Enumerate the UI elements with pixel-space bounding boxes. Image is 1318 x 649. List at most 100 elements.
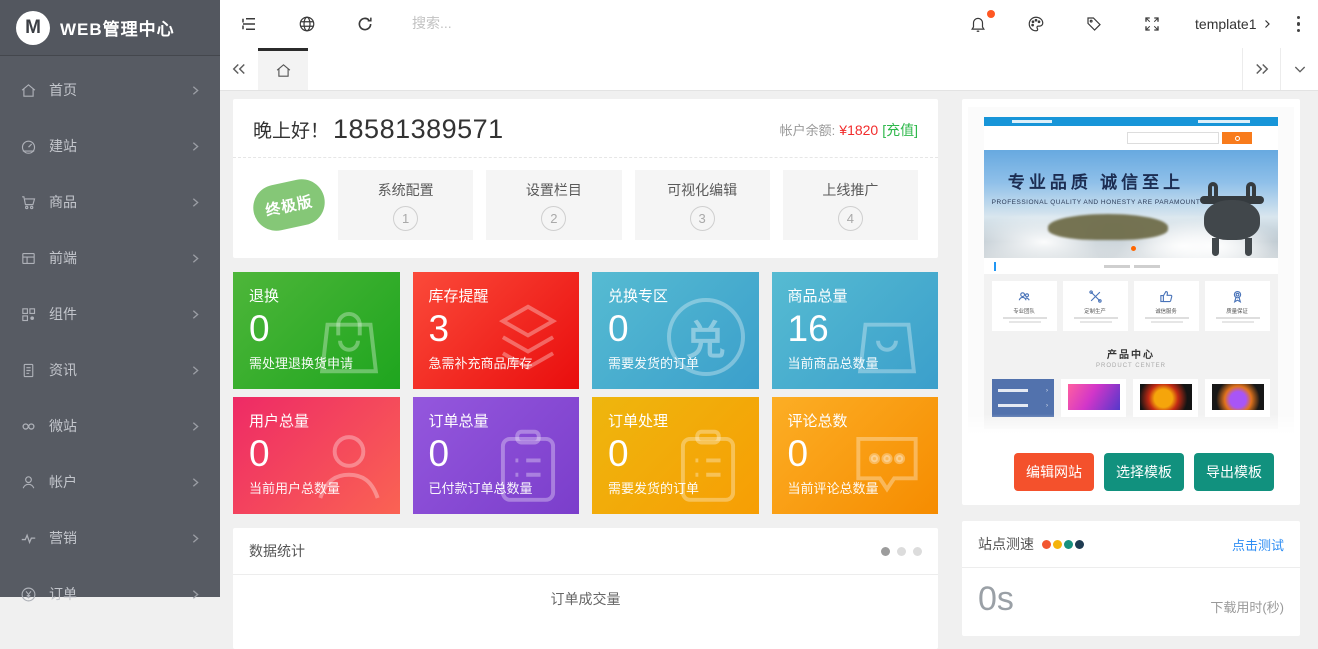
stat-card-order-processing[interactable]: 订单处理 0 需要发货的订单: [592, 397, 759, 514]
speed-test-body: 0s 下载用时(秒): [962, 568, 1300, 636]
chevron-right-icon: [189, 308, 202, 321]
speed-dot: [1075, 540, 1084, 549]
person-icon: [306, 421, 392, 507]
chevron-right-icon: [189, 476, 202, 489]
notifications-button[interactable]: [949, 0, 1007, 48]
sidebar-item-orders[interactable]: 订单: [0, 566, 220, 622]
stat-card-stock-alert[interactable]: 库存提醒 3 急需补充商品库存: [413, 272, 580, 389]
home-icon: [20, 82, 37, 99]
chevron-right-icon: [1261, 18, 1273, 30]
step-set-columns[interactable]: 设置栏目 2: [486, 170, 621, 240]
team-icon: [1017, 289, 1032, 304]
account-balance: 帐户余额: ¥1820 [充值]: [780, 120, 918, 140]
template-switcher[interactable]: template1: [1181, 16, 1286, 32]
sidebar-item-label: 首页: [49, 80, 189, 100]
carousel-dot[interactable]: [881, 547, 890, 556]
fullscreen-icon: [1143, 15, 1161, 33]
sidebar-item-site-builder[interactable]: 建站: [0, 118, 220, 174]
palette-icon: [1027, 15, 1045, 33]
yen-circle-icon: [20, 586, 37, 603]
product-center-heading: 产品中心 PRODUCT CENTER: [984, 338, 1278, 375]
language-button[interactable]: [278, 0, 336, 48]
stat-card-total-orders[interactable]: 订单总量 0 已付款订单总数量: [413, 397, 580, 514]
product-thumb: [1061, 379, 1126, 417]
tags-button[interactable]: [1065, 0, 1123, 48]
app-logo-row: M WEB管理中心: [0, 0, 220, 56]
speed-test-card: 站点测速 点击测试 0s 下载用时(秒): [962, 521, 1300, 636]
feature-card: 诚信服务: [1134, 281, 1199, 331]
template-name: template1: [1195, 16, 1256, 32]
mini-site-search-row: [984, 126, 1278, 150]
theme-button[interactable]: [1007, 0, 1065, 48]
sidebar-menu: 首页 建站 商品 前端 组件 资讯: [0, 56, 220, 622]
hero-text: 专业品质 诚信至上 PROFESSIONAL QUALITY AND HONES…: [984, 168, 1208, 206]
feature-label: 定制生产: [1085, 306, 1107, 314]
chevron-right-icon: [189, 588, 202, 601]
chevron-right-icon: [189, 140, 202, 153]
speed-dot: [1053, 540, 1062, 549]
edit-site-button[interactable]: 编辑网站: [1014, 453, 1094, 491]
stat-card-total-users[interactable]: 用户总量 0 当前用户总数量: [233, 397, 400, 514]
sidebar: M WEB管理中心 首页 建站 商品 前端 组件: [0, 0, 220, 597]
magnifier-icon: [1235, 136, 1240, 141]
export-template-button[interactable]: 导出模板: [1194, 453, 1274, 491]
speed-value: 0s: [978, 582, 1014, 616]
sidebar-item-marketing[interactable]: 营销: [0, 510, 220, 566]
thumbs-up-icon: [1159, 289, 1174, 304]
choose-template-button[interactable]: 选择模板: [1104, 453, 1184, 491]
hero-subtitle: PROFESSIONAL QUALITY AND HONESTY ARE PAR…: [984, 199, 1208, 206]
stat-card-total-comments[interactable]: 评论总数 0 当前评论总数量: [772, 397, 939, 514]
feature-card: 质量保证: [1205, 281, 1270, 331]
product-category-menu: › ›: [992, 379, 1054, 417]
stat-card-exchange-zone[interactable]: 兑换专区 0 需要发货的订单 兑: [592, 272, 759, 389]
feature-card: 定制生产: [1063, 281, 1128, 331]
step-number: 4: [838, 206, 863, 231]
tab-home[interactable]: [258, 48, 308, 90]
mountain-graphic: [1048, 214, 1168, 240]
infinity-icon: [20, 418, 37, 435]
tabs-scroll-left-button[interactable]: [220, 48, 258, 90]
sidebar-item-components[interactable]: 组件: [0, 286, 220, 342]
app-logo: M: [16, 11, 50, 45]
site-preview[interactable]: 专业品质 诚信至上 PROFESSIONAL QUALITY AND HONES…: [968, 107, 1294, 440]
chevron-right-icon: [189, 252, 202, 265]
step-system-config[interactable]: 系统配置 1: [338, 170, 473, 240]
search-input[interactable]: [412, 15, 672, 31]
carousel-dot[interactable]: [913, 547, 922, 556]
carousel-dots: [881, 547, 922, 556]
run-speed-test-link[interactable]: 点击测试: [1232, 535, 1284, 554]
sidebar-item-account[interactable]: 帐户: [0, 454, 220, 510]
setup-steps-row: 终极版 系统配置 1 设置栏目 2 可视化编辑 3 上线推广 4: [233, 158, 938, 258]
custom-icon: [1088, 289, 1103, 304]
fullscreen-button[interactable]: [1123, 0, 1181, 48]
tabs-scroll-right-button[interactable]: [1242, 48, 1280, 90]
sidebar-item-microsite[interactable]: 微站: [0, 398, 220, 454]
globe-icon: [298, 15, 316, 33]
fold-menu-icon: [240, 15, 258, 33]
step-visual-edit[interactable]: 可视化编辑 3: [635, 170, 770, 240]
step-label: 设置栏目: [526, 180, 582, 200]
step-go-live[interactable]: 上线推广 4: [783, 170, 918, 240]
carousel-dot[interactable]: [897, 547, 906, 556]
collapse-sidebar-button[interactable]: [220, 0, 278, 48]
refresh-icon: [356, 15, 374, 33]
tab-bar-right: [1242, 48, 1318, 90]
recharge-link[interactable]: [充值]: [882, 120, 918, 140]
chart-title: 订单成交量: [233, 575, 938, 649]
tabs-menu-button[interactable]: [1280, 48, 1318, 90]
stat-card-total-products[interactable]: 商品总量 16 当前商品总数量: [772, 272, 939, 389]
sidebar-item-home[interactable]: 首页: [0, 62, 220, 118]
bell-icon: [969, 15, 987, 33]
speed-value-label: 下载用时(秒): [1210, 597, 1284, 616]
components-icon: [20, 306, 37, 323]
more-options-button[interactable]: [1287, 16, 1318, 33]
mini-search-button: [1222, 132, 1252, 144]
sidebar-item-products[interactable]: 商品: [0, 174, 220, 230]
sidebar-item-label: 前端: [49, 248, 189, 268]
sidebar-item-news[interactable]: 资讯: [0, 342, 220, 398]
sidebar-item-label: 资讯: [49, 360, 189, 380]
stat-card-returns[interactable]: 退换 0 需处理退换货申请: [233, 272, 400, 389]
exchange-circle-icon: 兑: [667, 298, 745, 376]
sidebar-item-frontend[interactable]: 前端: [0, 230, 220, 286]
refresh-button[interactable]: [336, 0, 394, 48]
